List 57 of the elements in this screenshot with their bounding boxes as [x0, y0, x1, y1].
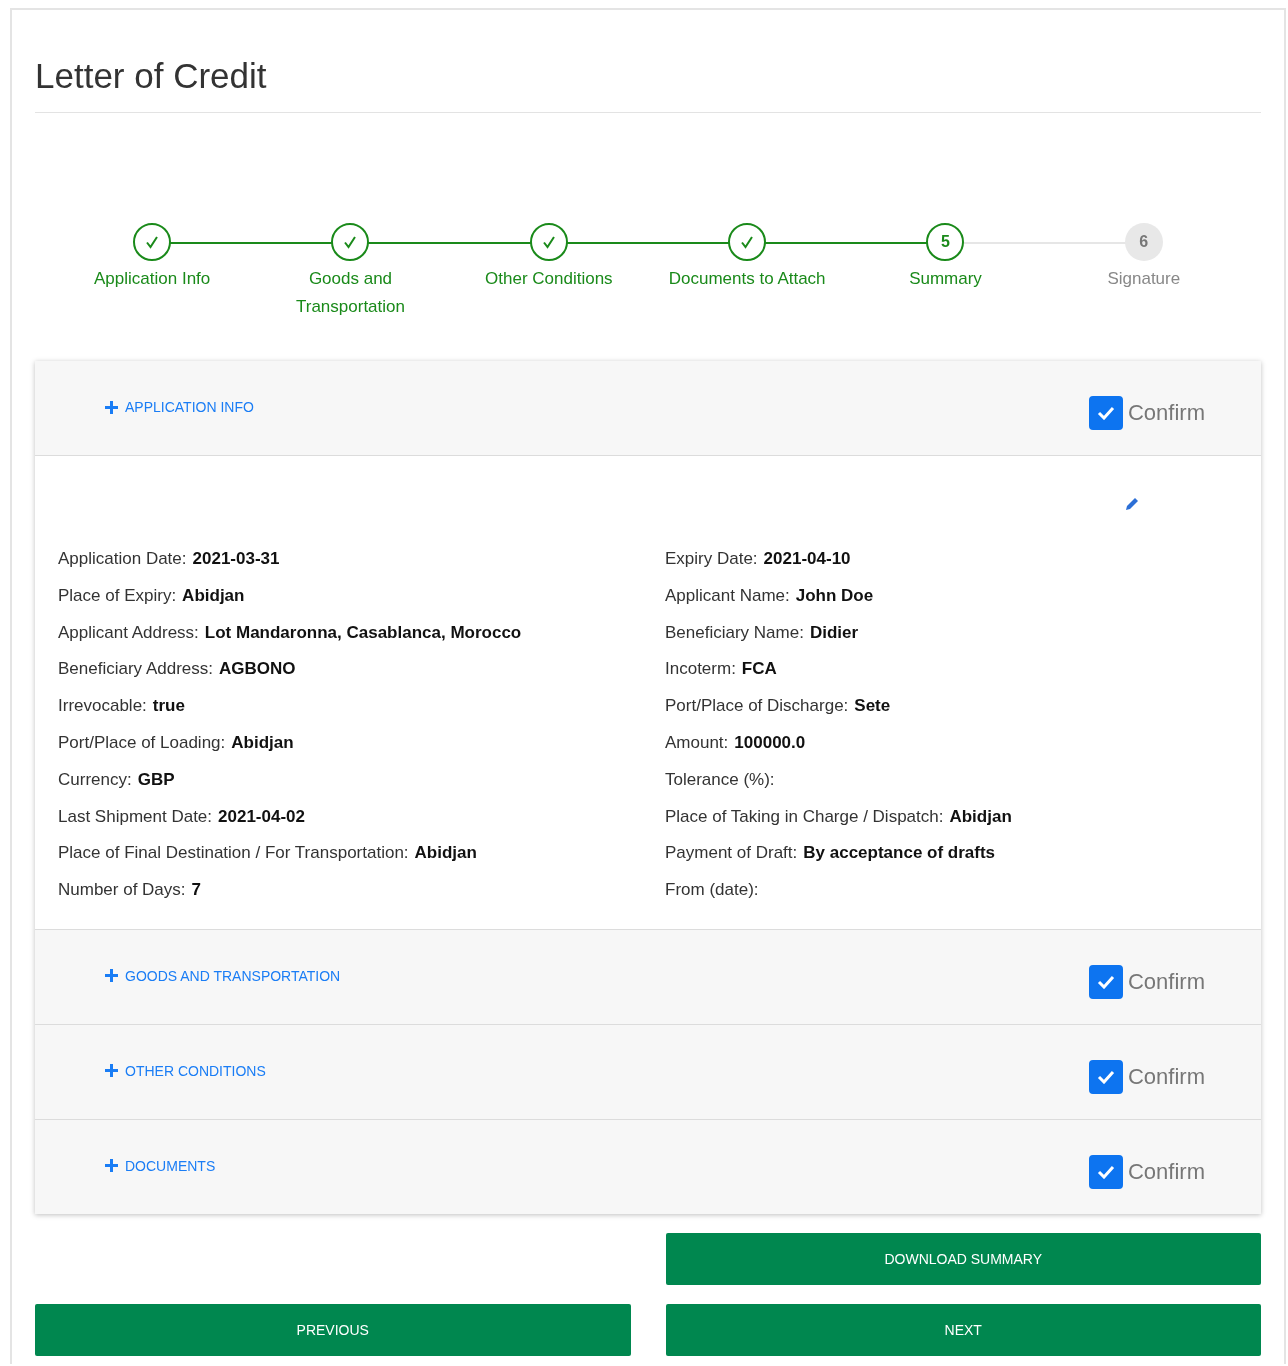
step-label: Other Conditions — [485, 268, 613, 290]
check-icon — [145, 235, 160, 249]
section-toggle[interactable]: OTHER CONDITIONS — [105, 1062, 266, 1079]
next-button[interactable]: NEXT — [665, 1303, 1261, 1356]
section-toggle[interactable]: DOCUMENTS — [105, 1157, 216, 1174]
field-text: Number of Days: 7 — [58, 879, 202, 902]
field-text: Beneficiary Address: AGBONO — [58, 658, 297, 681]
check-icon — [1097, 1164, 1115, 1179]
field-text: Applicant Name: John Doe — [665, 584, 875, 607]
plus-icon — [105, 400, 118, 414]
check-icon — [740, 235, 755, 249]
pencil-icon[interactable] — [1125, 496, 1140, 511]
field-text: Place of Taking in Charge / Dispatch: Abidjan — [665, 805, 1013, 828]
field-text: Currency: GBP — [58, 768, 176, 791]
check-icon — [1097, 974, 1115, 989]
plus-icon — [105, 1064, 118, 1078]
field-text: Amount: 100000.0 — [665, 732, 807, 754]
step-label: Signature — [1107, 268, 1181, 290]
field-text: Payment of Draft: By acceptance of drafts — [665, 842, 997, 865]
check-icon — [343, 235, 358, 249]
plus-icon — [105, 1159, 118, 1173]
field-text: Place of Expiry: Abidjan — [58, 584, 246, 607]
field-text: Last Shipment Date: 2021-04-02 — [58, 805, 306, 828]
checkbox[interactable] — [1089, 396, 1123, 430]
check-icon — [541, 235, 556, 249]
field-text: Port/Place of Discharge: Sete — [665, 695, 892, 718]
step-label: Goods and Transportation — [295, 268, 406, 318]
field-text: Application Date: 2021-03-31 — [58, 548, 281, 570]
field-text: From (date): — [665, 879, 760, 902]
page-title: Letter of Credit — [35, 56, 267, 96]
step-label: Summary — [909, 268, 982, 290]
step-circle: 5 — [926, 223, 965, 261]
checkbox-label: Confirm — [1128, 1063, 1205, 1090]
field-text: Beneficiary Name: Didier — [665, 621, 860, 644]
section-toggle[interactable]: GOODS AND TRANSPORTATION — [105, 967, 341, 984]
checkbox-label: Confirm — [1128, 400, 1205, 426]
download-summary-button[interactable]: DOWNLOAD SUMMARY — [665, 1232, 1261, 1285]
checkbox[interactable] — [1089, 1154, 1123, 1189]
check-icon — [1097, 1069, 1115, 1084]
field-text: Incoterm: FCA — [665, 658, 778, 681]
plus-icon — [105, 969, 118, 983]
checkbox[interactable] — [1089, 1059, 1123, 1094]
checkbox-label: Confirm — [1128, 968, 1205, 995]
checkbox[interactable] — [1089, 964, 1123, 999]
step-circle: 6 — [1124, 223, 1163, 261]
field-text: Place of Final Destination / For Transportation: Abidjan — [58, 842, 478, 865]
previous-button[interactable]: PREVIOUS — [35, 1303, 631, 1356]
step-label: Application Info — [94, 268, 211, 290]
step-label: Documents to Attach — [668, 268, 826, 290]
field-text: Expiry Date: 2021-04-10 — [665, 548, 852, 570]
check-icon — [1097, 406, 1115, 420]
section-toggle[interactable]: APPLICATION INFO — [105, 399, 254, 415]
checkbox-label: Confirm — [1128, 1158, 1205, 1185]
field-text: Tolerance (%): — [665, 768, 776, 791]
field-text: Applicant Address: Lot Mandaronna, Casablanca, Morocco — [58, 621, 523, 644]
field-text: Port/Place of Loading: Abidjan — [58, 732, 295, 754]
field-text: Irrevocable: true — [58, 695, 186, 718]
